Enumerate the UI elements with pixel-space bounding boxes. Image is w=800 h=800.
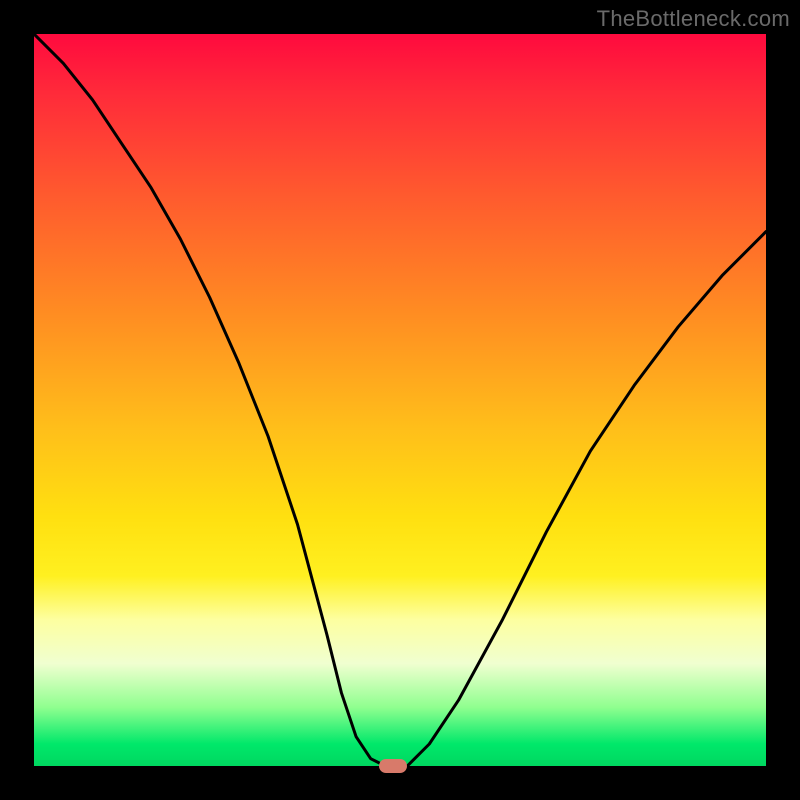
bottleneck-curve	[34, 34, 766, 766]
plot-area	[34, 34, 766, 766]
optimal-marker	[379, 759, 407, 773]
watermark-text: TheBottleneck.com	[597, 6, 790, 32]
chart-frame: TheBottleneck.com	[0, 0, 800, 800]
